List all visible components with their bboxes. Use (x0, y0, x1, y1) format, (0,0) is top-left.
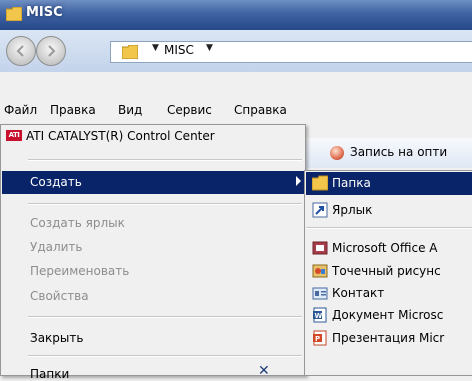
folder-icon (312, 175, 328, 191)
menu-item-create-label[interactable]: Создать (30, 175, 82, 189)
menu-file[interactable]: Файл (4, 103, 37, 117)
submenu-item-office[interactable]: Microsoft Office A (332, 241, 472, 255)
arrow-right-icon (48, 45, 56, 57)
menu-separator (28, 316, 302, 318)
submenu-item-contact[interactable]: Контакт (332, 286, 472, 300)
submenu-item-word[interactable]: Документ Microsc (332, 308, 472, 322)
arrow-left-icon (16, 45, 24, 57)
menu-item-create-shortcut[interactable]: Создать ярлык (30, 216, 125, 230)
ati-logo-icon: ATI (6, 130, 22, 141)
burn-button-label[interactable]: Запись на опти (350, 145, 447, 159)
menu-item-catalyst-label[interactable]: ATI CATALYST(R) Control Center (26, 129, 215, 143)
svg-text:P: P (315, 335, 320, 343)
shortcut-icon (312, 202, 328, 218)
submenu-arrow-icon (296, 176, 301, 186)
menu-edit[interactable]: Правка (50, 103, 96, 117)
submenu-item-shortcut[interactable]: Ярлык (332, 203, 472, 217)
office-access-icon (312, 241, 328, 255)
paint-bitmap-icon (312, 264, 328, 278)
close-icon[interactable]: ✕ (258, 363, 270, 379)
word-document-icon: W (313, 307, 327, 323)
menu-separator (306, 227, 472, 229)
breadcrumb-dropdown-icon[interactable]: ▼ (152, 43, 159, 53)
folder-icon (6, 7, 22, 21)
title-bar (0, 0, 472, 30)
disc-burn-icon (330, 146, 344, 160)
back-button[interactable] (6, 36, 36, 66)
svg-text:W: W (315, 312, 323, 320)
submenu-item-powerpoint[interactable]: Презентация Micr (332, 331, 472, 345)
submenu-item-folder-label[interactable]: Папка (332, 176, 472, 190)
breadcrumb-dropdown-icon[interactable]: ▼ (206, 43, 213, 53)
menu-item-close[interactable]: Закрыть (30, 331, 83, 345)
submenu-item-bitmap[interactable]: Точечный рисунс (332, 264, 472, 278)
menu-separator (28, 203, 302, 205)
menu-item-rename[interactable]: Переименовать (30, 264, 129, 278)
menu-separator (28, 355, 302, 357)
folders-pane-title: Папки (30, 367, 70, 381)
menu-separator (28, 159, 302, 161)
menu-item-delete[interactable]: Удалить (30, 240, 83, 254)
menu-view[interactable]: Вид (118, 103, 142, 117)
breadcrumb-item[interactable]: MISC (164, 43, 194, 57)
folder-icon (122, 45, 138, 59)
contact-card-icon (312, 287, 328, 300)
menu-tools[interactable]: Сервис (167, 103, 212, 117)
window-title: MISC (26, 5, 63, 20)
menu-help[interactable]: Справка (234, 103, 287, 117)
forward-button[interactable] (36, 36, 66, 66)
powerpoint-icon: P (313, 330, 327, 346)
menu-item-properties[interactable]: Свойства (30, 289, 89, 303)
